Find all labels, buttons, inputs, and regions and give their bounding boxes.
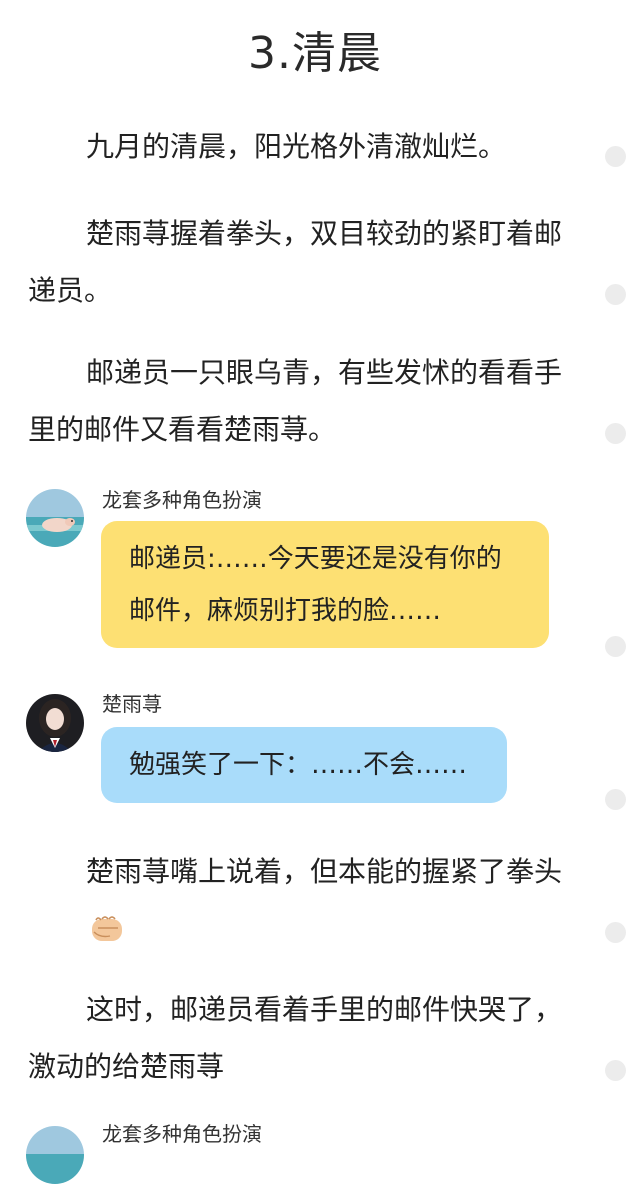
pig-at-sea-avatar[interactable] — [26, 489, 84, 547]
comment-dot-icon[interactable] — [605, 636, 626, 657]
girl-portrait-avatar[interactable] — [26, 694, 84, 752]
story-paragraph: 楚雨荨握着拳头，双目较劲的紧盯着邮递员。 — [28, 217, 563, 307]
comment-dot-icon[interactable] — [605, 922, 626, 943]
sender-name: 龙套多种角色扮演 — [102, 488, 262, 512]
comment-dot-icon[interactable] — [605, 146, 626, 167]
story-page: 3.清晨 九月的清晨，阳光格外清澈灿烂。 楚雨荨握着拳头，双目较劲的紧盯着邮递员… — [0, 0, 640, 1184]
chat-bubble: 邮递员:……今天要还是没有你的邮件，麻烦别打我的脸…… — [101, 521, 549, 648]
story-paragraph: 九月的清晨，阳光格外清澈灿烂。 — [86, 130, 507, 163]
comment-dot-icon[interactable] — [605, 284, 626, 305]
story-paragraph: 邮递员一只眼乌青，有些发怵的看看手里的邮件又看看楚雨荨。 — [28, 356, 563, 446]
chapter-title: 3.清晨 — [248, 28, 382, 79]
comment-dot-icon[interactable] — [605, 1060, 626, 1081]
paragraph-text: 楚雨荨嘴上说着，但本能的握紧了拳头 — [86, 855, 563, 888]
comment-dot-icon[interactable] — [605, 423, 626, 444]
comment-dot-icon[interactable] — [605, 789, 626, 810]
story-paragraph: 这时，邮递员看着手里的邮件快哭了，激动的给楚雨荨 — [28, 993, 563, 1083]
chat-bubble: 勉强笑了一下：……不会…… — [101, 727, 507, 803]
story-paragraph: 楚雨荨嘴上说着，但本能的握紧了拳头 — [28, 843, 576, 963]
sender-name: 龙套多种角色扮演 — [102, 1122, 262, 1146]
fist-icon — [32, 906, 126, 963]
pig-at-sea-avatar[interactable] — [26, 1126, 84, 1184]
sender-name: 楚雨荨 — [102, 692, 162, 716]
